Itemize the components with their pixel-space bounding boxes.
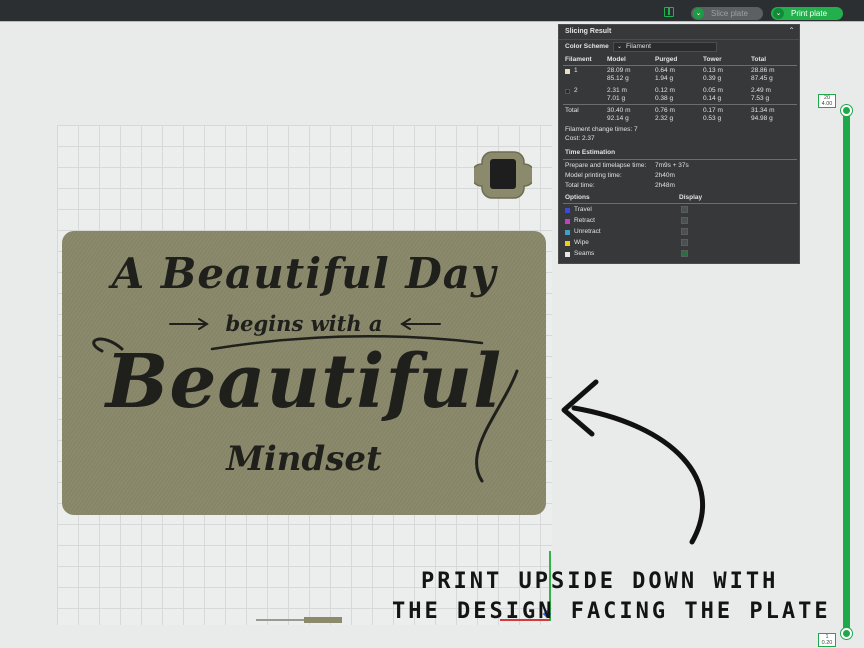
section-divider — [563, 203, 797, 204]
layout-icon[interactable] — [664, 7, 674, 17]
slicing-result-panel: Slicing Result ⌃ Color Scheme ⌄ Filament… — [558, 24, 800, 264]
table-cell: 0.53 g — [703, 115, 722, 122]
table-cell: 2.31 m — [607, 87, 627, 94]
panel-title: Slicing Result — [565, 28, 612, 35]
panel-divider — [559, 39, 799, 40]
table-divider — [563, 104, 797, 105]
model-text-line1: A Beautiful Day — [111, 249, 497, 298]
chevron-down-icon: ⌄ — [617, 44, 623, 50]
unretract-display-checkbox[interactable] — [681, 228, 688, 235]
display-header: Display — [679, 194, 703, 201]
table-cell: 0.05 m — [703, 87, 723, 94]
annotation-line1: PRINT UPSIDE DOWN WITH — [421, 569, 779, 594]
option-label: Wipe — [574, 239, 589, 246]
table-cell: 0.12 m — [655, 87, 675, 94]
filament-change-times: Filament change times: 7 — [565, 126, 638, 133]
table-cell: 7.01 g — [607, 95, 626, 102]
time-estimation-title: Time Estimation — [565, 149, 616, 156]
table-cell: 0.14 g — [703, 95, 722, 102]
model-text-line3: Beautiful — [105, 339, 503, 425]
annotation-line2: THE DESIGN FACING THE PLATE — [392, 599, 831, 624]
slice-plate-label: Slice plate — [711, 9, 748, 18]
time-value: 7m9s + 37s — [655, 162, 689, 169]
collapse-icon[interactable]: ⌃ — [788, 27, 795, 35]
wipe-swatch — [565, 241, 570, 246]
table-cell: 28.09 m — [607, 67, 631, 74]
total-label: Total — [565, 107, 579, 114]
time-label: Prepare and timelapse time: — [565, 162, 647, 169]
wipe-display-checkbox[interactable] — [681, 239, 688, 246]
table-cell: 30.40 m — [607, 107, 631, 114]
color-scheme-label: Color Scheme — [565, 43, 609, 50]
table-cell: 7.53 g — [751, 95, 770, 102]
prime-tower[interactable] — [470, 146, 536, 204]
table-cell: 31.34 m — [751, 107, 775, 114]
top-toolbar: ⌄ Slice plate ⌄ Print plate — [0, 0, 864, 22]
unretract-swatch — [565, 230, 570, 235]
layer-slider-bottom-label: 1 0.20 — [818, 633, 836, 647]
table-cell: 28.86 m — [751, 67, 775, 74]
sliced-model[interactable]: A Beautiful Day begins with a Beautiful … — [62, 231, 546, 515]
section-divider — [563, 159, 797, 160]
cost: Cost: 2.37 — [565, 135, 595, 142]
table-cell: 92.14 g — [607, 115, 629, 122]
top-layer-height: 4.00 — [821, 101, 833, 107]
table-cell: 1.94 g — [655, 75, 674, 82]
option-label: Travel — [574, 206, 592, 213]
header-model: Model — [607, 56, 626, 63]
bottom-layer-height: 0.20 — [821, 640, 833, 646]
curved-arrow-icon — [561, 379, 706, 545]
table-cell: 2.32 g — [655, 115, 674, 122]
table-cell: 0.17 m — [703, 107, 723, 114]
time-value: 2h48m — [655, 182, 675, 189]
table-cell: 0.39 g — [703, 75, 722, 82]
retract-display-checkbox[interactable] — [681, 217, 688, 224]
retract-swatch — [565, 219, 570, 224]
header-purged: Purged — [655, 56, 678, 63]
filament-2-id: 2 — [574, 87, 578, 94]
filament-1-id: 1 — [574, 67, 578, 74]
table-cell: 85.12 g — [607, 75, 629, 82]
time-value: 2h40m — [655, 172, 675, 179]
layer-slider-top-handle[interactable] — [841, 105, 852, 116]
header-total: Total — [751, 56, 767, 63]
filament-2-swatch — [565, 89, 570, 94]
header-filament: Filament — [565, 56, 592, 63]
option-label: Retract — [574, 217, 595, 224]
chevron-down-icon[interactable]: ⌄ — [693, 8, 704, 19]
layer-slider-top-label: 20 4.00 — [818, 94, 836, 108]
slice-plate-button[interactable]: ⌄ Slice plate — [691, 7, 763, 20]
header-tower: Tower — [703, 56, 722, 63]
print-plate-button[interactable]: ⌄ Print plate — [771, 7, 843, 20]
table-cell: 87.45 g — [751, 75, 773, 82]
table-cell: 0.64 m — [655, 67, 675, 74]
options-header: Options — [565, 194, 590, 201]
model-text-line4: Mindset — [226, 439, 382, 479]
move-slider[interactable] — [256, 617, 342, 623]
color-scheme-value: Filament — [626, 43, 651, 50]
table-cell: 0.76 m — [655, 107, 675, 114]
table-cell: 0.13 m — [703, 67, 723, 74]
seams-swatch — [565, 252, 570, 257]
seams-display-checkbox[interactable] — [681, 250, 688, 257]
toolbar-divider — [0, 21, 864, 22]
chevron-down-icon[interactable]: ⌄ — [773, 8, 784, 19]
time-label: Model printing time: — [565, 172, 622, 179]
prime-tower-shape — [470, 151, 536, 199]
layer-slider-track[interactable] — [843, 110, 850, 633]
print-plate-label: Print plate — [791, 9, 828, 18]
filament-1-swatch — [565, 69, 570, 74]
table-divider — [563, 65, 797, 66]
model-text-line2: begins with a — [225, 311, 383, 336]
color-scheme-select[interactable]: ⌄ Filament — [613, 42, 717, 52]
time-label: Total time: — [565, 182, 595, 189]
table-cell: 0.38 g — [655, 95, 674, 102]
travel-swatch — [565, 208, 570, 213]
option-label: Seams — [574, 250, 595, 257]
travel-display-checkbox[interactable] — [681, 206, 688, 213]
option-label: Unretract — [574, 228, 601, 235]
table-cell: 94.98 g — [751, 115, 773, 122]
layer-slider-bottom-handle[interactable] — [841, 628, 852, 639]
table-cell: 2.49 m — [751, 87, 771, 94]
